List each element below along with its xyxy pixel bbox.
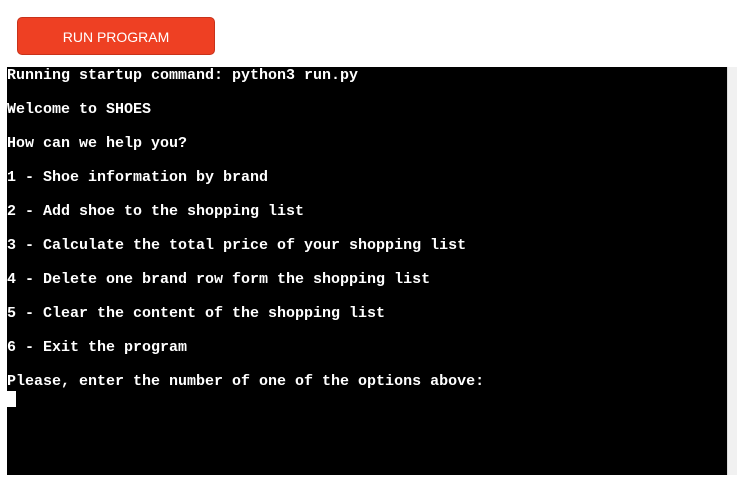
run-program-button[interactable]: RUN PROGRAM: [17, 17, 215, 55]
terminal-prompt: Please, enter the number of one of the o…: [7, 373, 485, 390]
terminal-line-startup: Running startup command: python3 run.py: [7, 67, 359, 84]
terminal-scrollbar[interactable]: [727, 67, 737, 475]
terminal-cursor[interactable]: [7, 391, 16, 407]
terminal-option-1: 1 - Shoe information by brand: [7, 169, 269, 186]
terminal-option-3: 3 - Calculate the total price of your sh…: [7, 237, 467, 254]
terminal-option-5: 5 - Clear the content of the shopping li…: [7, 305, 386, 322]
terminal[interactable]: Running startup command: python3 run.py …: [7, 67, 727, 475]
terminal-option-4: 4 - Delete one brand row form the shoppi…: [7, 271, 431, 288]
terminal-line-welcome: Welcome to SHOES: [7, 101, 152, 118]
terminal-option-6: 6 - Exit the program: [7, 339, 188, 356]
terminal-option-2: 2 - Add shoe to the shopping list: [7, 203, 305, 220]
terminal-line-help: How can we help you?: [7, 135, 188, 152]
page: RUN PROGRAM Running startup command: pyt…: [0, 0, 739, 486]
